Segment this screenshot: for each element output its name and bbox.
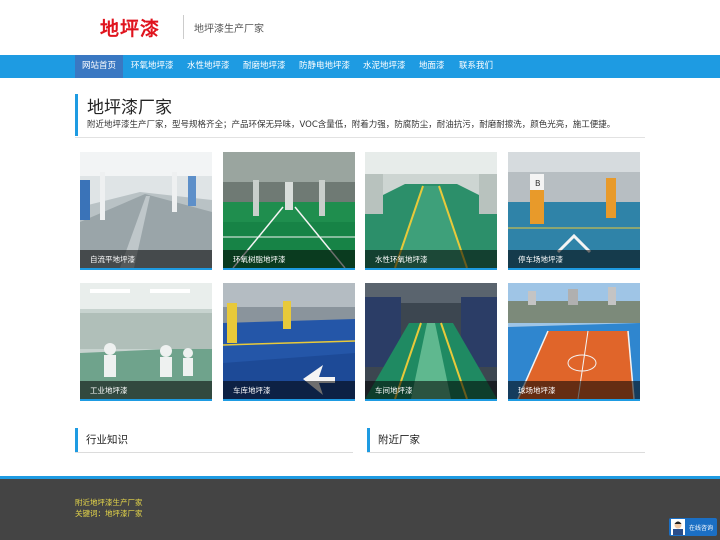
card-caption-bar: 水性环氧地坪漆	[365, 250, 497, 268]
product-card[interactable]: B 停车场地坪漆	[508, 152, 640, 270]
customer-service-avatar-icon	[671, 519, 685, 535]
intro-divider	[75, 137, 645, 138]
nav-item-contact[interactable]: 联系我们	[452, 55, 500, 78]
card-caption: 水性环氧地坪漆	[375, 255, 428, 264]
nav-item-epoxy[interactable]: 环氧地坪漆	[124, 55, 181, 78]
intro-block: 地坪漆厂家 附近地坪漆生产厂家，型号规格齐全；产品环保无异味，VOC含量低，附着…	[75, 94, 645, 136]
main-nav: 网站首页 环氧地坪漆 水性地坪漆 耐磨地坪漆 防静电地坪漆 水泥地坪漆 地面漆 …	[0, 55, 720, 78]
chat-label: 在线咨询	[689, 525, 714, 532]
nav-item-antistatic[interactable]: 防静电地坪漆	[292, 55, 357, 78]
card-caption: 停车场地坪漆	[518, 255, 563, 264]
site-logo[interactable]: 地坪漆	[100, 14, 160, 41]
site-tagline: 地坪漆生产厂家	[194, 24, 264, 35]
card-caption-bar: 球场地坪漆	[508, 381, 640, 399]
nearby-factories-heading: 附近厂家	[367, 428, 645, 452]
footer-site-name: 附近地坪漆生产厂家	[75, 498, 143, 507]
card-caption: 车库地坪漆	[233, 386, 271, 395]
online-chat-button[interactable]: 在线咨询	[669, 518, 717, 536]
card-caption-bar: 停车场地坪漆	[508, 250, 640, 268]
card-caption-bar: 自流平地坪漆	[80, 250, 212, 268]
svg-text:B: B	[535, 179, 541, 188]
nav-item-home[interactable]: 网站首页	[75, 55, 124, 78]
product-card[interactable]: 工业地坪漆	[80, 283, 212, 401]
card-caption: 车间地坪漆	[375, 386, 413, 395]
card-caption-bar: 工业地坪漆	[80, 381, 212, 399]
footer-keywords: 关键词：地坪漆厂家	[75, 509, 143, 518]
product-card[interactable]: 水性环氧地坪漆	[365, 152, 497, 270]
card-caption: 球场地坪漆	[518, 386, 556, 395]
product-card[interactable]: 自流平地坪漆	[80, 152, 212, 270]
section-divider	[75, 452, 353, 453]
nav-item-waterborne[interactable]: 水性地坪漆	[180, 55, 237, 78]
product-card[interactable]: 环氧树脂地坪漆	[223, 152, 355, 270]
card-caption: 自流平地坪漆	[90, 255, 135, 264]
section-title[interactable]: 附近厂家	[378, 432, 420, 447]
site-footer: 附近地坪漆生产厂家 关键词：地坪漆厂家	[0, 476, 720, 540]
card-caption-bar: 车间地坪漆	[365, 381, 497, 399]
section-divider	[367, 452, 645, 453]
card-caption: 环氧树脂地坪漆	[233, 255, 286, 264]
product-card[interactable]: 球场地坪漆	[508, 283, 640, 401]
industry-knowledge-heading: 行业知识	[75, 428, 353, 452]
card-caption-bar: 车库地坪漆	[223, 381, 355, 399]
logo-divider	[183, 15, 184, 39]
product-card[interactable]: 车库地坪漆	[223, 283, 355, 401]
card-caption: 工业地坪漆	[90, 386, 128, 395]
site-header: 地坪漆 地坪漆生产厂家	[0, 0, 720, 55]
nav-item-floor-paint[interactable]: 地面漆	[412, 55, 452, 78]
page-title: 地坪漆厂家	[87, 98, 172, 118]
product-card[interactable]: 车间地坪漆	[365, 283, 497, 401]
page-description: 附近地坪漆生产厂家，型号规格齐全；产品环保无异味，VOC含量低，附着力强，防腐防…	[87, 120, 616, 130]
card-caption-bar: 环氧树脂地坪漆	[223, 250, 355, 268]
nav-item-cement[interactable]: 水泥地坪漆	[356, 55, 413, 78]
section-title[interactable]: 行业知识	[86, 432, 128, 447]
nav-item-wear-resistant[interactable]: 耐磨地坪漆	[236, 55, 293, 78]
